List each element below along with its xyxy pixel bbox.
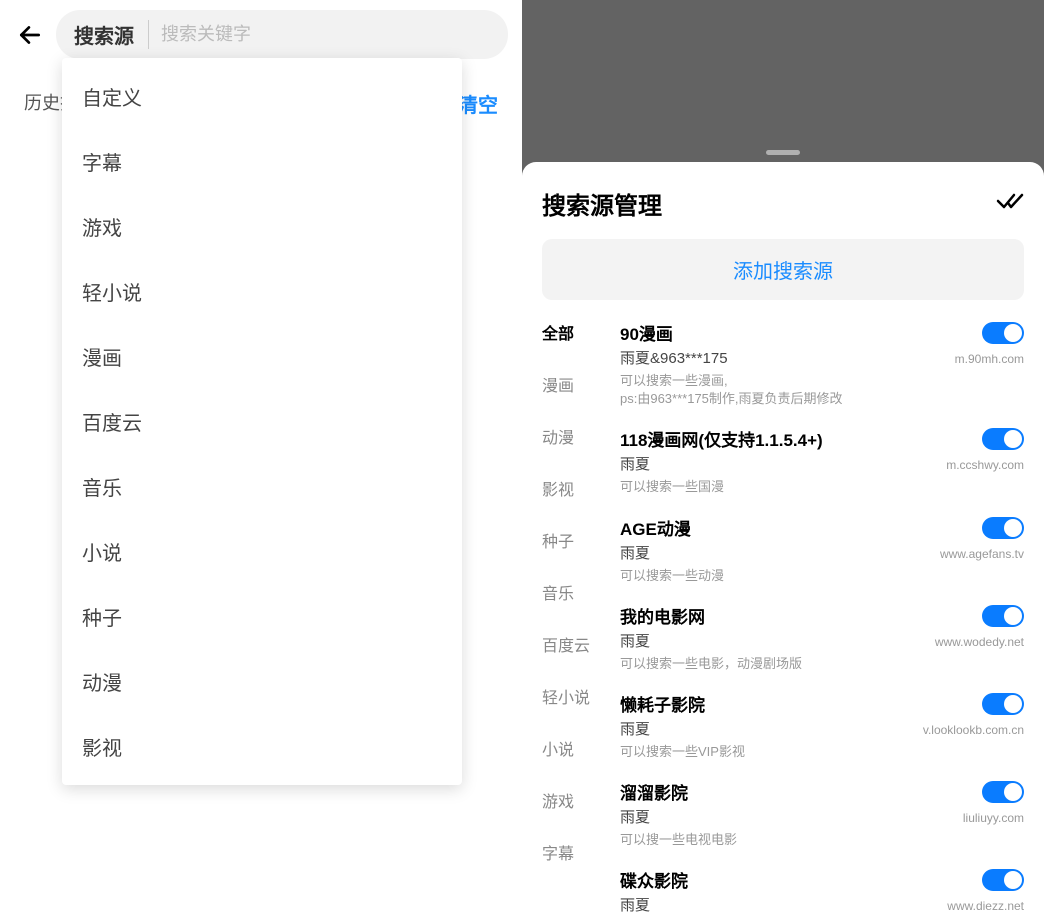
categories-list: 全部漫画动漫影视种子音乐百度云轻小说小说游戏字幕 [542,316,620,913]
left-panel: 搜索源 历史搜 清空 自定义字幕游戏轻小说漫画百度云音乐小说种子动漫影视 [0,0,522,913]
source-item[interactable]: 90漫画雨夏&963***175 可以搜索一些漫画, ps:由963***175制… [620,316,1024,422]
source-author: 雨夏 [620,542,928,563]
source-info: 我的电影网雨夏可以搜索一些电影，动漫剧场版 [620,603,923,673]
add-source-button[interactable]: 添加搜索源 [542,239,1024,300]
category-item[interactable]: 游戏 [542,788,620,812]
source-title: 碟众影院 [620,867,935,892]
source-title: 懒耗子影院 [620,691,911,716]
source-right: www.wodedy.net [935,603,1024,649]
source-item[interactable]: 懒耗子影院雨夏可以搜索一些VIP影视 v.looklookb.com.cn [620,687,1024,775]
source-right: m.90mh.com [955,320,1024,366]
category-item[interactable]: 漫画 [542,372,620,396]
check-all-button[interactable] [996,191,1024,216]
source-url: www.wodedy.net [935,635,1024,649]
category-item[interactable]: 动漫 [542,424,620,448]
double-check-icon [996,191,1024,211]
source-desc: 可以搜索一些VIP影视 [620,743,911,761]
source-right: m.ccshwy.com [946,426,1024,472]
source-info: 118漫画网(仅支持1.1.5.4+)雨夏可以搜索一些国漫 [620,426,934,496]
dropdown-item[interactable]: 百度云 [62,389,462,454]
source-toggle[interactable] [982,781,1024,803]
source-desc: 可以搜索一些电影，动漫剧场版 [620,655,923,673]
source-right: www.agefans.tv [940,515,1024,561]
source-item[interactable]: 118漫画网(仅支持1.1.5.4+)雨夏可以搜索一些国漫 m.ccshwy.co… [620,422,1024,510]
dropdown-item[interactable]: 影视 [62,714,462,779]
category-item[interactable]: 种子 [542,528,620,552]
source-desc: 可以搜索一些国漫 [620,478,934,496]
source-item[interactable]: 溜溜影院雨夏可以搜一些电视电影 liuliuyy.com [620,775,1024,863]
arrow-left-icon [17,22,43,48]
dropdown-item[interactable]: 小说 [62,519,462,584]
source-desc: 可以搜一些电视电影 [620,831,951,849]
sheet-title: 搜索源管理 [542,186,662,221]
dropdown-item[interactable]: 轻小说 [62,259,462,324]
category-item[interactable]: 百度云 [542,632,620,656]
source-toggle[interactable] [982,517,1024,539]
dropdown-item[interactable]: 动漫 [62,649,462,714]
content-area: 全部漫画动漫影视种子音乐百度云轻小说小说游戏字幕 90漫画雨夏&963***17… [542,316,1024,913]
dropdown-item[interactable]: 漫画 [62,324,462,389]
right-panel: 搜索源管理 添加搜索源 全部漫画动漫影视种子音乐百度云轻小说小说游戏字幕 90漫… [522,0,1044,913]
source-info: 90漫画雨夏&963***175 可以搜索一些漫画, ps:由963***175制… [620,320,943,408]
source-author: 雨夏&963***175 [620,347,943,368]
source-title: 我的电影网 [620,603,923,628]
category-item[interactable]: 小说 [542,736,620,760]
category-item[interactable]: 字幕 [542,840,620,864]
source-desc: 可以搜索一些动漫 [620,567,928,585]
source-url: m.90mh.com [955,352,1024,366]
source-url: liuliuyy.com [963,811,1024,825]
source-right: v.looklookb.com.cn [923,691,1024,737]
source-list: 90漫画雨夏&963***175 可以搜索一些漫画, ps:由963***175制… [620,316,1024,913]
source-title: AGE动漫 [620,515,928,540]
back-button[interactable] [14,19,46,51]
bottom-sheet: 搜索源管理 添加搜索源 全部漫画动漫影视种子音乐百度云轻小说小说游戏字幕 90漫… [522,162,1044,913]
source-url: www.agefans.tv [940,547,1024,561]
source-item[interactable]: 我的电影网雨夏可以搜索一些电影，动漫剧场版 www.wodedy.net [620,599,1024,687]
category-item[interactable]: 影视 [542,476,620,500]
source-item[interactable]: 碟众影院雨夏可以搜一些电视电影www.diezz.net [620,863,1024,913]
sheet-header: 搜索源管理 [542,186,1024,221]
dropdown-item[interactable]: 自定义 [62,64,462,129]
source-toggle[interactable] [982,693,1024,715]
dropdown-item[interactable]: 音乐 [62,454,462,519]
source-title: 118漫画网(仅支持1.1.5.4+) [620,426,934,451]
source-author: 雨夏 [620,630,923,651]
source-info: 懒耗子影院雨夏可以搜索一些VIP影视 [620,691,911,761]
source-selector[interactable]: 搜索源 [74,20,149,49]
sheet-handle[interactable] [766,150,800,155]
source-author: 雨夏 [620,718,911,739]
dropdown-item[interactable]: 字幕 [62,129,462,194]
source-author: 雨夏 [620,894,935,913]
category-item[interactable]: 全部 [542,320,620,344]
source-info: 碟众影院雨夏可以搜一些电视电影 [620,867,935,913]
search-box: 搜索源 [56,10,508,59]
source-title: 90漫画 [620,320,943,345]
source-info: AGE动漫雨夏可以搜索一些动漫 [620,515,928,585]
category-item[interactable]: 轻小说 [542,684,620,708]
source-dropdown: 自定义字幕游戏轻小说漫画百度云音乐小说种子动漫影视 [62,58,462,785]
source-toggle[interactable] [982,322,1024,344]
clear-button[interactable]: 清空 [458,89,498,118]
dropdown-item[interactable]: 种子 [62,584,462,649]
source-item[interactable]: AGE动漫雨夏可以搜索一些动漫 www.agefans.tv [620,511,1024,599]
source-desc: 可以搜索一些漫画, ps:由963***175制作,雨夏负责后期修改 [620,372,943,408]
source-url: m.ccshwy.com [946,458,1024,472]
source-url: www.diezz.net [947,899,1024,913]
source-toggle[interactable] [982,428,1024,450]
source-right: liuliuyy.com [963,779,1024,825]
dropdown-item[interactable]: 游戏 [62,194,462,259]
source-title: 溜溜影院 [620,779,951,804]
source-toggle[interactable] [982,869,1024,891]
source-author: 雨夏 [620,453,934,474]
source-author: 雨夏 [620,806,951,827]
source-info: 溜溜影院雨夏可以搜一些电视电影 [620,779,951,849]
category-item[interactable]: 音乐 [542,580,620,604]
search-input[interactable] [149,24,490,45]
source-url: v.looklookb.com.cn [923,723,1024,737]
source-right: www.diezz.net [947,867,1024,913]
source-toggle[interactable] [982,605,1024,627]
